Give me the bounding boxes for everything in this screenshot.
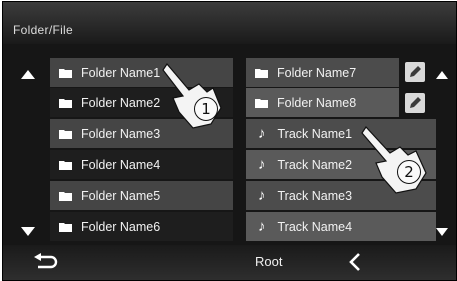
list-item[interactable]: Folder Name8 xyxy=(246,88,399,117)
return-arrow-icon xyxy=(34,253,58,269)
list-item[interactable]: Folder Name7 xyxy=(246,58,399,87)
music-note-icon: ♪ xyxy=(258,125,266,142)
list-item-label: Track Name3 xyxy=(277,188,353,203)
root-button[interactable]: Root xyxy=(255,254,282,269)
hand-pointer-icon xyxy=(361,126,427,194)
music-note-icon: ♪ xyxy=(258,187,266,204)
folder-icon xyxy=(59,222,72,232)
folder-icon xyxy=(59,98,72,108)
list-item-label: Folder Name8 xyxy=(277,95,357,110)
folder-icon xyxy=(59,191,72,201)
triangle-down-icon xyxy=(436,227,448,236)
chevron-left-icon xyxy=(349,253,360,271)
folder-icon xyxy=(59,160,72,170)
triangle-down-icon xyxy=(21,227,35,236)
list-item-label: Folder Name2 xyxy=(81,95,161,110)
callout-number-2: 2 xyxy=(397,160,421,184)
footer-bar: Root xyxy=(3,245,456,280)
scroll-down-left-button[interactable] xyxy=(13,217,43,246)
header-bar: Folder/File xyxy=(3,2,456,44)
edit-button[interactable] xyxy=(405,93,425,113)
list-item-label: Track Name2 xyxy=(277,157,353,172)
page-title: Folder/File xyxy=(13,23,73,37)
list-item-label: Track Name4 xyxy=(277,219,353,234)
edit-button[interactable] xyxy=(405,62,425,82)
folder-icon xyxy=(59,129,72,139)
scroll-up-right-button[interactable] xyxy=(429,60,455,89)
back-button[interactable] xyxy=(33,253,59,276)
folder-icon xyxy=(59,68,72,78)
folder-icon xyxy=(255,98,268,108)
callout-number-1: 1 xyxy=(194,97,218,121)
list-item[interactable]: Folder Name4 xyxy=(50,150,233,179)
music-note-icon: ♪ xyxy=(258,156,266,173)
scroll-up-left-button[interactable] xyxy=(13,60,43,89)
music-note-icon: ♪ xyxy=(258,218,266,235)
list-item[interactable]: Folder Name6 xyxy=(50,212,233,241)
pencil-icon xyxy=(410,97,421,108)
pencil-icon xyxy=(410,66,421,77)
previous-button[interactable] xyxy=(348,252,362,277)
hand-pointer-icon xyxy=(162,63,222,129)
list-item[interactable]: Folder Name5 xyxy=(50,181,233,210)
list-item-label: Folder Name1 xyxy=(81,65,161,80)
folder-icon xyxy=(255,68,268,78)
list-item-label: Track Name1 xyxy=(277,126,353,141)
list-item-label: Folder Name6 xyxy=(81,219,161,234)
list-item-label: Folder Name5 xyxy=(81,188,161,203)
list-item-label: Folder Name4 xyxy=(81,157,161,172)
triangle-up-icon xyxy=(21,70,35,79)
list-item-label: Folder Name7 xyxy=(277,65,357,80)
triangle-up-icon xyxy=(436,70,448,79)
list-item[interactable]: ♪ Track Name4 xyxy=(246,212,436,241)
list-item-label: Folder Name3 xyxy=(81,126,161,141)
scroll-down-right-button[interactable] xyxy=(429,217,455,246)
device-screen: Folder/File Folder Name1 Folder Name2 Fo… xyxy=(2,1,457,281)
